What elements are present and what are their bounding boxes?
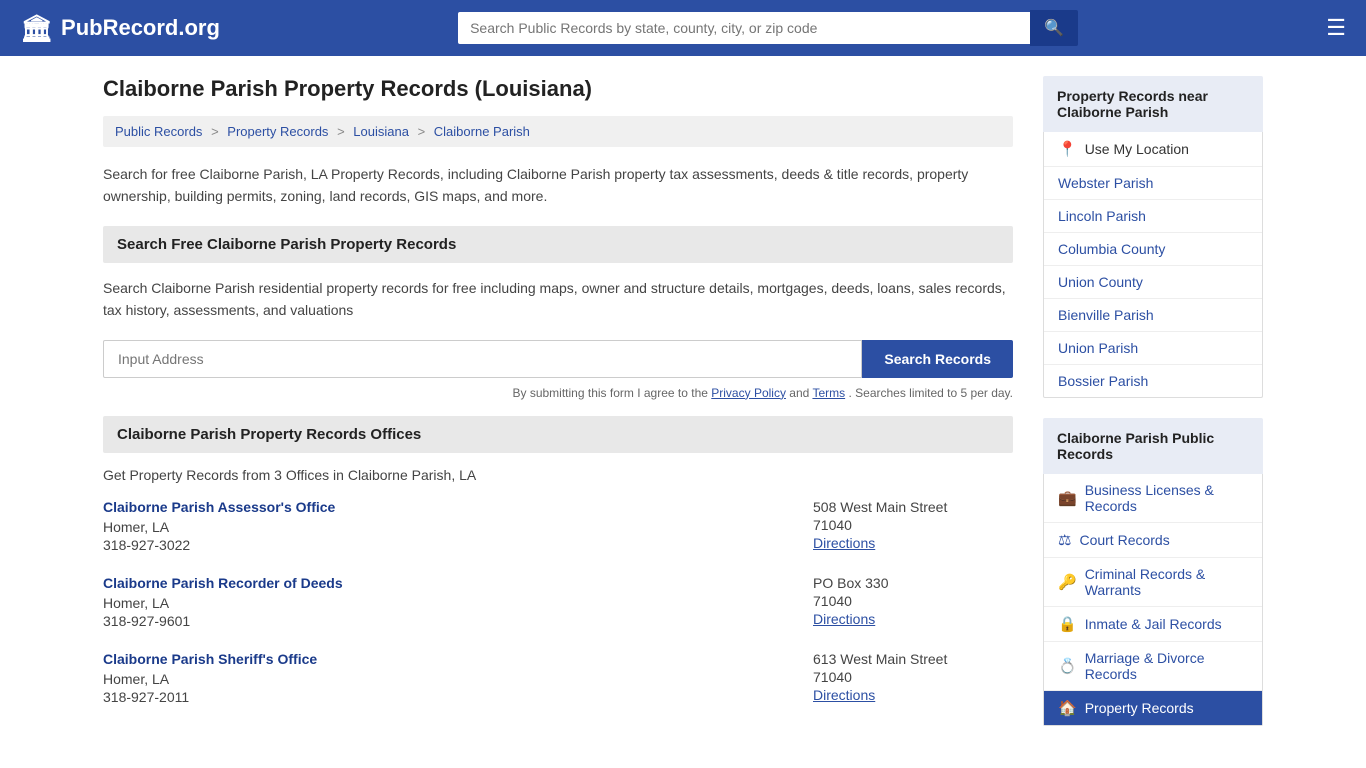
breadcrumb-claiborne-parish[interactable]: Claiborne Parish <box>434 124 530 139</box>
property-search-form: Search Records <box>103 340 1013 378</box>
offices-intro: Get Property Records from 3 Offices in C… <box>103 467 1013 483</box>
office-right: 508 West Main Street 71040 Directions <box>813 499 1013 553</box>
office-left: Claiborne Parish Sheriff's Office Homer,… <box>103 651 813 705</box>
office-name: Claiborne Parish Recorder of Deeds <box>103 575 813 591</box>
office-zip: 71040 <box>813 593 1013 609</box>
office-city: Homer, LA <box>103 671 813 687</box>
office-phone: 318-927-9601 <box>103 613 813 629</box>
office-phone: 318-927-2011 <box>103 689 813 705</box>
sidebar-public-records-list: 💼 Business Licenses & Records ⚖ Court Re… <box>1043 474 1263 726</box>
office-right: PO Box 330 71040 Directions <box>813 575 1013 629</box>
breadcrumb-public-records[interactable]: Public Records <box>115 124 202 139</box>
sidebar-item-label: Court Records <box>1079 532 1169 548</box>
sidebar-item-label: Criminal Records & Warrants <box>1085 566 1248 598</box>
office-right: 613 West Main Street 71040 Directions <box>813 651 1013 705</box>
sidebar-item-label: Property Records <box>1085 700 1194 716</box>
office-entry: Claiborne Parish Recorder of Deeds Homer… <box>103 575 1013 629</box>
logo-text: PubRecord.org <box>61 15 220 41</box>
office-name: Claiborne Parish Sheriff's Office <box>103 651 813 667</box>
office-entry: Claiborne Parish Assessor's Office Homer… <box>103 499 1013 553</box>
sidebar-item-label: Inmate & Jail Records <box>1085 616 1222 632</box>
sidebar-item-label: Bossier Parish <box>1058 373 1148 389</box>
office-address: 613 West Main Street <box>813 651 1013 667</box>
search-records-button[interactable]: Search Records <box>862 340 1013 378</box>
logo-icon: 🏛 <box>20 13 53 44</box>
office-address: 508 West Main Street <box>813 499 1013 515</box>
sidebar-nearby-list: 📍 Use My Location Webster Parish Lincoln… <box>1043 132 1263 398</box>
office-directions-link[interactable]: Directions <box>813 535 875 551</box>
sidebar-item-union-parish[interactable]: Union Parish <box>1044 332 1262 365</box>
breadcrumb: Public Records > Property Records > Loui… <box>103 116 1013 147</box>
office-name: Claiborne Parish Assessor's Office <box>103 499 813 515</box>
criminal-icon: 🔑 <box>1058 573 1077 591</box>
sidebar-use-location[interactable]: 📍 Use My Location <box>1044 132 1262 167</box>
sidebar-item-union-county[interactable]: Union County <box>1044 266 1262 299</box>
search-description: Search Claiborne Parish residential prop… <box>103 277 1013 322</box>
court-icon: ⚖ <box>1058 531 1071 549</box>
sidebar-item-label: Columbia County <box>1058 241 1165 257</box>
menu-icon: ☰ <box>1326 15 1346 40</box>
site-header: 🏛 PubRecord.org 🔍 ☰ <box>0 0 1366 56</box>
sidebar-item-webster-parish[interactable]: Webster Parish <box>1044 167 1262 200</box>
sidebar-item-columbia-county[interactable]: Columbia County <box>1044 233 1262 266</box>
sidebar-item-criminal-records[interactable]: 🔑 Criminal Records & Warrants <box>1044 558 1262 607</box>
main-container: Claiborne Parish Property Records (Louis… <box>83 56 1283 766</box>
sidebar-nearby-header: Property Records near Claiborne Parish <box>1043 76 1263 132</box>
property-icon: 🏠 <box>1058 699 1077 717</box>
office-zip: 71040 <box>813 517 1013 533</box>
sidebar-item-lincoln-parish[interactable]: Lincoln Parish <box>1044 200 1262 233</box>
office-left: Claiborne Parish Recorder of Deeds Homer… <box>103 575 813 629</box>
business-icon: 💼 <box>1058 489 1077 507</box>
sidebar-item-court-records[interactable]: ⚖ Court Records <box>1044 523 1262 558</box>
office-address: PO Box 330 <box>813 575 1013 591</box>
search-section-header: Search Free Claiborne Parish Property Re… <box>103 226 1013 263</box>
location-icon: 📍 <box>1058 140 1077 158</box>
sidebar-item-inmate-records[interactable]: 🔒 Inmate & Jail Records <box>1044 607 1262 642</box>
page-description: Search for free Claiborne Parish, LA Pro… <box>103 163 1013 208</box>
sidebar-item-bossier-parish[interactable]: Bossier Parish <box>1044 365 1262 397</box>
sidebar-use-location-label: Use My Location <box>1085 141 1189 157</box>
sidebar-item-label: Business Licenses & Records <box>1085 482 1248 514</box>
breadcrumb-louisiana[interactable]: Louisiana <box>353 124 409 139</box>
office-city: Homer, LA <box>103 595 813 611</box>
header-search-button[interactable]: 🔍 <box>1030 10 1078 46</box>
sidebar-item-label: Union Parish <box>1058 340 1138 356</box>
office-zip: 71040 <box>813 669 1013 685</box>
page-title: Claiborne Parish Property Records (Louis… <box>103 76 1013 102</box>
inmate-icon: 🔒 <box>1058 615 1077 633</box>
office-city: Homer, LA <box>103 519 813 535</box>
sidebar-item-label: Webster Parish <box>1058 175 1153 191</box>
address-input[interactable] <box>103 340 862 378</box>
office-entry: Claiborne Parish Sheriff's Office Homer,… <box>103 651 1013 705</box>
site-logo[interactable]: 🏛 PubRecord.org <box>20 13 220 44</box>
sidebar-item-business-licenses[interactable]: 💼 Business Licenses & Records <box>1044 474 1262 523</box>
menu-button[interactable]: ☰ <box>1326 15 1346 41</box>
sidebar-item-property-records[interactable]: 🏠 Property Records <box>1044 691 1262 725</box>
terms-link[interactable]: Terms <box>812 386 845 400</box>
sidebar-item-bienville-parish[interactable]: Bienville Parish <box>1044 299 1262 332</box>
sidebar-item-label: Bienville Parish <box>1058 307 1154 323</box>
sidebar-item-label: Union County <box>1058 274 1143 290</box>
office-directions-link[interactable]: Directions <box>813 687 875 703</box>
marriage-icon: 💍 <box>1058 657 1077 675</box>
header-search-area: 🔍 <box>458 10 1078 46</box>
sidebar-item-marriage-records[interactable]: 💍 Marriage & Divorce Records <box>1044 642 1262 691</box>
breadcrumb-property-records[interactable]: Property Records <box>227 124 328 139</box>
content-area: Claiborne Parish Property Records (Louis… <box>103 76 1013 746</box>
offices-section-header: Claiborne Parish Property Records Office… <box>103 416 1013 453</box>
sidebar-public-records-header: Claiborne Parish Public Records <box>1043 418 1263 474</box>
search-icon: 🔍 <box>1044 20 1064 37</box>
sidebar-item-label: Lincoln Parish <box>1058 208 1146 224</box>
sidebar: Property Records near Claiborne Parish 📍… <box>1043 76 1263 746</box>
office-directions-link[interactable]: Directions <box>813 611 875 627</box>
sidebar-item-label: Marriage & Divorce Records <box>1085 650 1248 682</box>
form-note: By submitting this form I agree to the P… <box>103 386 1013 400</box>
office-left: Claiborne Parish Assessor's Office Homer… <box>103 499 813 553</box>
header-search-input[interactable] <box>458 12 1030 44</box>
office-phone: 318-927-3022 <box>103 537 813 553</box>
privacy-policy-link[interactable]: Privacy Policy <box>711 386 786 400</box>
